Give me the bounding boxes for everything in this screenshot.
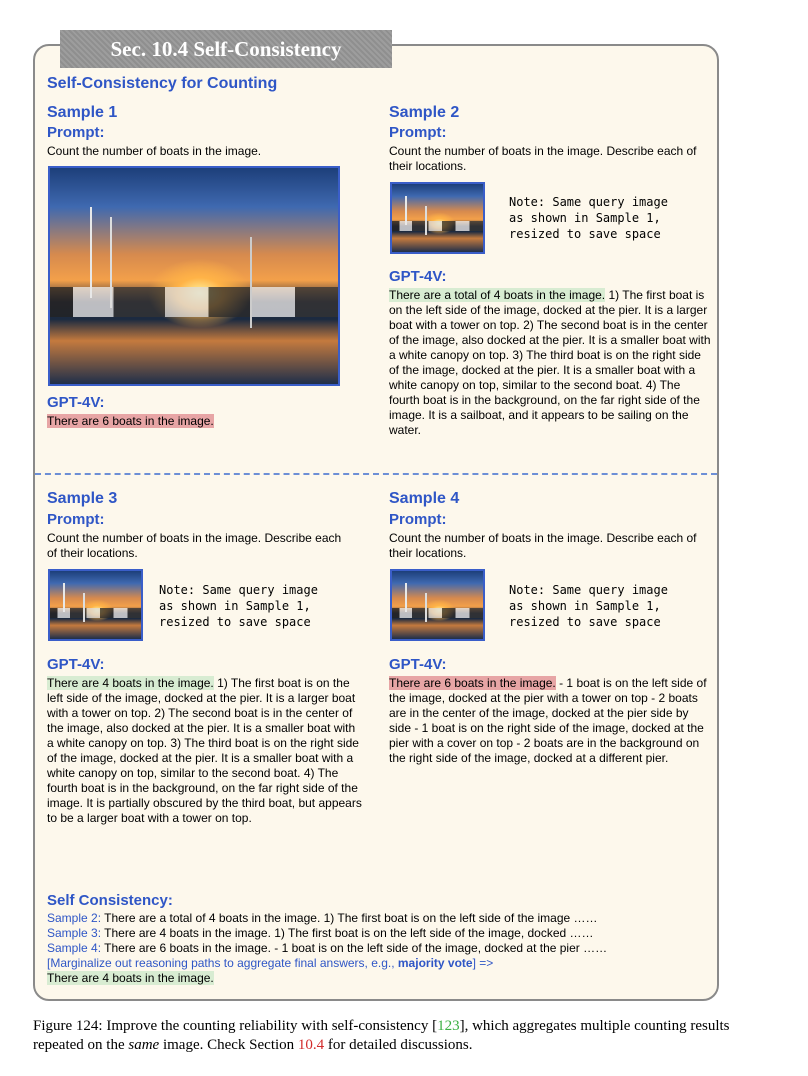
sample-2-note: Note: Same query image as shown in Sampl… bbox=[509, 195, 668, 241]
figure-caption: Figure 124: Improve the counting reliabi… bbox=[33, 1017, 743, 1055]
sample-1-prompt-label: Prompt: bbox=[47, 124, 105, 141]
sample-4-title: Sample 4 bbox=[389, 490, 460, 507]
marginalize-prefix: [Marginalize out reasoning paths to aggr… bbox=[47, 956, 398, 970]
sample-4-answer: There are 6 boats in the image. - 1 boat… bbox=[389, 676, 711, 766]
sample-3-prompt-label: Prompt: bbox=[47, 511, 105, 528]
sample-2-prompt-label: Prompt: bbox=[389, 124, 447, 141]
sunset-boats-image bbox=[48, 166, 340, 386]
sample-4-note: Note: Same query image as shown in Sampl… bbox=[509, 583, 668, 629]
sample-2-answer-highlight: There are a total of 4 boats in the imag… bbox=[389, 288, 606, 302]
self-consistency-lines: Sample 2: There are a total of 4 boats i… bbox=[47, 911, 712, 986]
main-title: Self-Consistency for Counting bbox=[47, 75, 278, 92]
sunset-boats-thumbnail bbox=[48, 569, 143, 641]
sunset-boats-thumbnail bbox=[390, 182, 485, 254]
sample-3-title: Sample 3 bbox=[47, 490, 118, 507]
line-text: There are 6 boats in the image. - 1 boat… bbox=[101, 941, 608, 955]
line-sample-label: Sample 4: bbox=[47, 941, 102, 955]
sample-3-prompt: Count the number of boats in the image. … bbox=[47, 531, 342, 560]
sunset-boats-thumbnail bbox=[390, 569, 485, 641]
sample-3-note: Note: Same query image as shown in Sampl… bbox=[159, 583, 318, 629]
self-consistency-line: Sample 4: There are 6 boats in the image… bbox=[47, 941, 712, 956]
line-text: There are a total of 4 boats in the imag… bbox=[101, 911, 598, 925]
caption-part: Figure 124: Improve the counting reliabi… bbox=[33, 1018, 438, 1034]
sample-4-prompt: Count the number of boats in the image. … bbox=[389, 531, 697, 560]
sample-4-gpt-label: GPT-4V: bbox=[389, 656, 447, 673]
sample-4-prompt-label: Prompt: bbox=[389, 511, 447, 528]
sample-2-answer: There are a total of 4 boats in the imag… bbox=[389, 288, 711, 438]
sample-3-answer-highlight: There are 4 boats in the image. bbox=[47, 676, 214, 690]
section-tab: Sec. 10.4 Self-Consistency bbox=[60, 30, 392, 68]
self-consistency-line: Sample 2: There are a total of 4 boats i… bbox=[47, 911, 712, 926]
sample-2-gpt-label: GPT-4V: bbox=[389, 268, 447, 285]
sample-3-answer: There are 4 boats in the image. 1) The f… bbox=[47, 676, 365, 826]
sample-1-title: Sample 1 bbox=[47, 104, 118, 121]
sample-divider bbox=[35, 473, 717, 475]
sample-1-prompt: Count the number of boats in the image. bbox=[47, 144, 262, 158]
sample-1-answer: There are 6 boats in the image. bbox=[47, 414, 367, 429]
line-sample-label: Sample 3: bbox=[47, 926, 102, 940]
sample-1-gpt-label: GPT-4V: bbox=[47, 394, 105, 411]
sample-2-answer-rest: 1) The first boat is on the left side of… bbox=[389, 288, 711, 437]
sample-4-answer-highlight: There are 6 boats in the image. bbox=[389, 676, 556, 690]
caption-italic: same bbox=[128, 1037, 160, 1053]
caption-part: for detailed discussions. bbox=[324, 1037, 473, 1053]
majority-vote: majority vote bbox=[397, 956, 473, 970]
section-link[interactable]: 10.4 bbox=[298, 1037, 324, 1053]
citation-link[interactable]: 123 bbox=[437, 1018, 460, 1034]
final-answer: There are 4 boats in the image. bbox=[47, 971, 214, 985]
sample-2-title: Sample 2 bbox=[389, 104, 460, 121]
self-consistency-title: Self Consistency: bbox=[47, 892, 173, 909]
caption-part: image. Check Section bbox=[159, 1037, 298, 1053]
final-answer-line: There are 4 boats in the image. bbox=[47, 971, 712, 986]
sample-3-answer-rest: 1) The first boat is on the left side of… bbox=[47, 676, 362, 825]
line-sample-label: Sample 2: bbox=[47, 911, 102, 925]
sample-3-gpt-label: GPT-4V: bbox=[47, 656, 105, 673]
sample-1-answer-highlight: There are 6 boats in the image. bbox=[47, 414, 214, 428]
sample-2-prompt: Count the number of boats in the image. … bbox=[389, 144, 697, 173]
marginalize-line: [Marginalize out reasoning paths to aggr… bbox=[47, 956, 712, 971]
line-text: There are 4 boats in the image. 1) The f… bbox=[101, 926, 594, 940]
self-consistency-line: Sample 3: There are 4 boats in the image… bbox=[47, 926, 712, 941]
marginalize-suffix: ] => bbox=[472, 956, 494, 970]
